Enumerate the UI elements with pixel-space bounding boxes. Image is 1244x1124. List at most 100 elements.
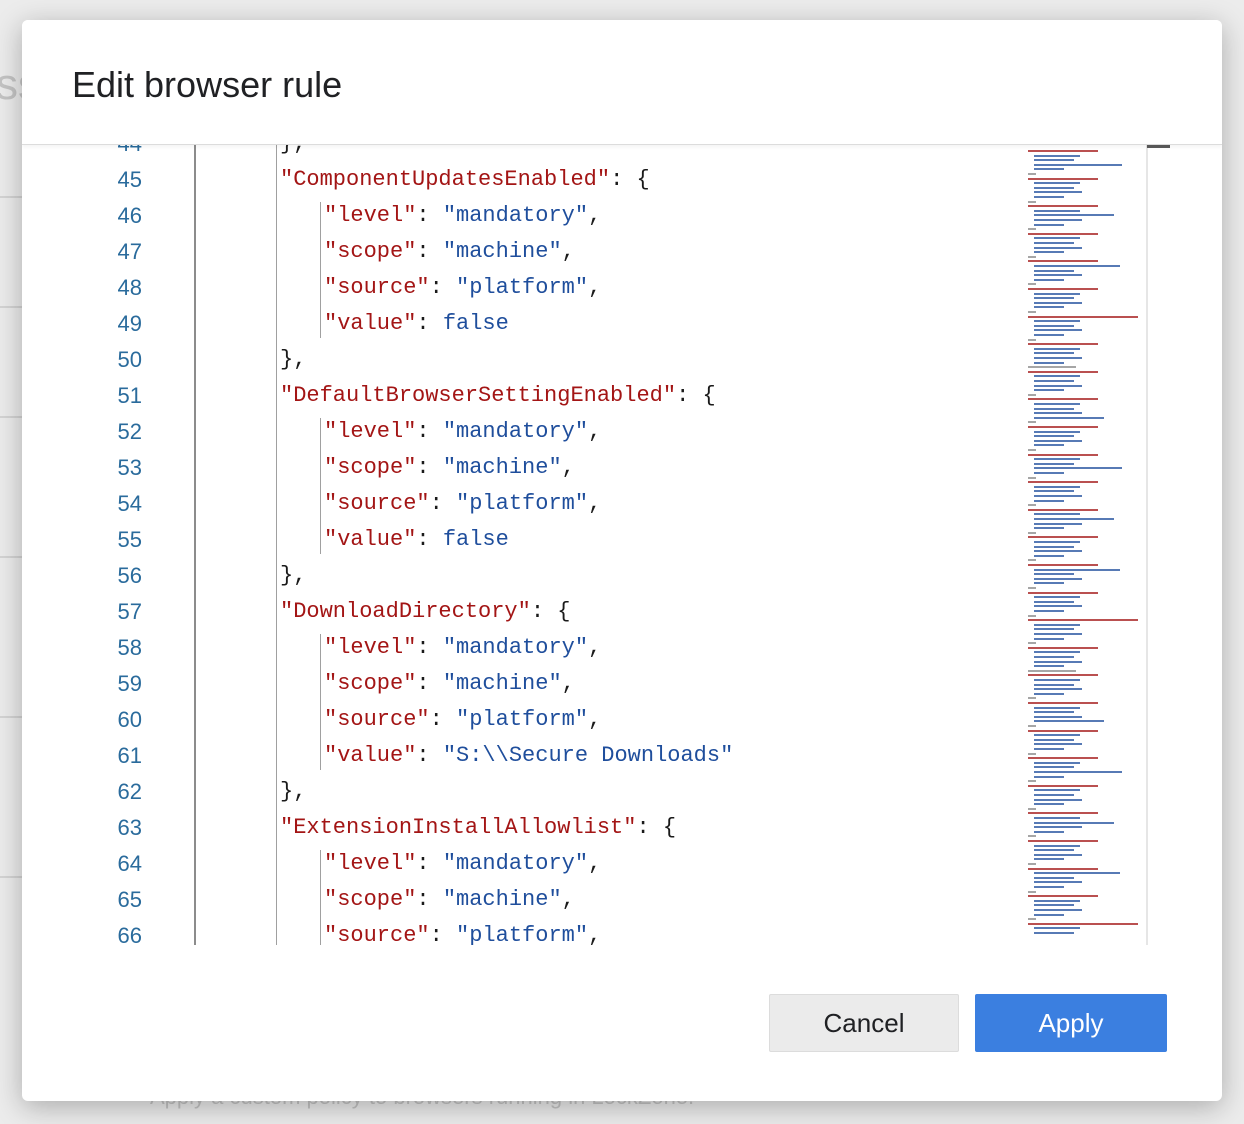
minimap-line [1034, 637, 1064, 640]
minimap-line [1034, 403, 1080, 405]
minimap-line [1034, 527, 1064, 530]
minimap-line [1034, 761, 1080, 764]
code-text: "source": "platform", [324, 270, 601, 306]
json-key: "ExtensionInstallAllowlist" [280, 815, 637, 840]
json-punctuation: : [429, 923, 457, 945]
minimap-line [1034, 522, 1082, 525]
code-text: "DefaultBrowserSettingEnabled": { [280, 378, 716, 414]
json-value: "mandatory" [442, 419, 589, 444]
minimap-line [1034, 380, 1074, 382]
minimap-line [1034, 932, 1074, 934]
minimap-line [1034, 821, 1114, 824]
minimap-line [1028, 481, 1098, 484]
code-line[interactable]: 61 "value": "S:\\Secure Downloads" [70, 738, 1015, 774]
json-value: "platform" [456, 707, 589, 732]
line-number: 51 [117, 383, 142, 408]
code-line[interactable]: 65 "scope": "machine", [70, 882, 1015, 918]
line-number: 66 [117, 923, 142, 945]
json-value: false [442, 311, 509, 336]
code-line[interactable]: 64 "level": "mandatory", [70, 846, 1015, 882]
json-key: "source" [324, 923, 430, 945]
code-line[interactable]: 63 "ExtensionInstallAllowlist": { [70, 810, 1015, 846]
minimap-line [1028, 614, 1036, 617]
line-number: 47 [117, 239, 142, 264]
minimap-line [1034, 568, 1120, 571]
minimap-line [1034, 186, 1074, 189]
minimap-line [1034, 798, 1082, 801]
json-key: "value" [324, 311, 417, 336]
minimap-line [1034, 826, 1082, 829]
minimap-line [1034, 490, 1074, 493]
minimap-line [1028, 867, 1098, 870]
minimap-line [1034, 292, 1080, 295]
code-line[interactable]: 55 "value": false [70, 522, 1015, 558]
code-line[interactable]: 51 "DefaultBrowserSettingEnabled": { [70, 378, 1015, 414]
minimap-line [1028, 421, 1036, 424]
code-line[interactable]: 44}, [70, 144, 1015, 162]
minimap-line [1034, 274, 1082, 277]
json-punctuation: : { [530, 599, 571, 624]
minimap-line [1034, 384, 1082, 387]
code-line[interactable]: 58 "level": "mandatory", [70, 630, 1015, 666]
minimap-line [1028, 591, 1098, 594]
indent-guide [276, 144, 277, 945]
line-number: 45 [117, 167, 142, 192]
json-key: "DownloadDirectory" [280, 599, 531, 624]
code-text: "source": "platform", [324, 702, 601, 738]
editor-scrollbar-track[interactable] [1146, 144, 1148, 945]
code-line[interactable]: 60 "source": "platform", [70, 702, 1015, 738]
code-line[interactable]: 59 "scope": "machine", [70, 666, 1015, 702]
minimap-line [1028, 338, 1036, 341]
minimap-line [1034, 329, 1082, 332]
minimap-line [1034, 660, 1082, 663]
code-line[interactable]: 57 "DownloadDirectory": { [70, 594, 1015, 630]
cancel-button[interactable]: Cancel [769, 994, 959, 1052]
editor-minimap[interactable] [1014, 144, 1148, 945]
line-number: 46 [117, 203, 142, 228]
background-divider [0, 716, 22, 718]
code-line[interactable]: 46 "level": "mandatory", [70, 198, 1015, 234]
minimap-line [1034, 665, 1064, 668]
code-line[interactable]: 66 "source": "platform", [70, 918, 1015, 945]
minimap-line [1034, 743, 1082, 746]
minimap-line [1034, 830, 1064, 833]
code-text: "level": "mandatory", [324, 846, 601, 882]
minimap-line [1028, 642, 1036, 645]
code-line[interactable]: 52 "level": "mandatory", [70, 414, 1015, 450]
minimap-line [1028, 508, 1098, 511]
code-line[interactable]: 50}, [70, 342, 1015, 378]
code-line[interactable]: 49 "value": false [70, 306, 1015, 342]
code-text: "ExtensionInstallAllowlist": { [280, 810, 676, 846]
json-code-editor[interactable]: 44},45"ComponentUpdatesEnabled": {46"lev… [70, 144, 1170, 945]
code-line[interactable]: 62}, [70, 774, 1015, 810]
minimap-line [1028, 564, 1098, 566]
apply-button[interactable]: Apply [975, 994, 1167, 1052]
minimap-line [1028, 587, 1036, 589]
code-line[interactable]: 54 "source": "platform", [70, 486, 1015, 522]
line-number: 54 [117, 491, 142, 516]
line-number: 65 [117, 887, 142, 912]
code-line[interactable]: 48 "source": "platform", [70, 270, 1015, 306]
minimap-line [1028, 393, 1036, 396]
minimap-line [1028, 835, 1036, 838]
code-line[interactable]: 45 "ComponentUpdatesEnabled": { [70, 162, 1015, 198]
minimap-line [1034, 683, 1074, 686]
code-line[interactable]: 53 "scope": "machine", [70, 450, 1015, 486]
minimap-line [1028, 311, 1036, 313]
code-line[interactable]: 47 "scope": "machine", [70, 234, 1015, 270]
minimap-line [1028, 619, 1138, 622]
minimap-line [1034, 596, 1080, 599]
json-key: "level" [324, 851, 417, 876]
json-key: "scope" [324, 239, 417, 264]
json-key: "DefaultBrowserSettingEnabled" [280, 383, 677, 408]
minimap-line [1034, 715, 1082, 718]
minimap-line [1034, 242, 1074, 244]
minimap-line [1034, 209, 1080, 212]
line-number: 55 [117, 527, 142, 552]
minimap-line [1034, 444, 1064, 447]
minimap-line [1028, 725, 1036, 727]
minimap-line [1034, 656, 1074, 658]
code-line[interactable]: 56}, [70, 558, 1015, 594]
json-key: "scope" [324, 887, 417, 912]
json-punctuation: }, [280, 779, 307, 804]
